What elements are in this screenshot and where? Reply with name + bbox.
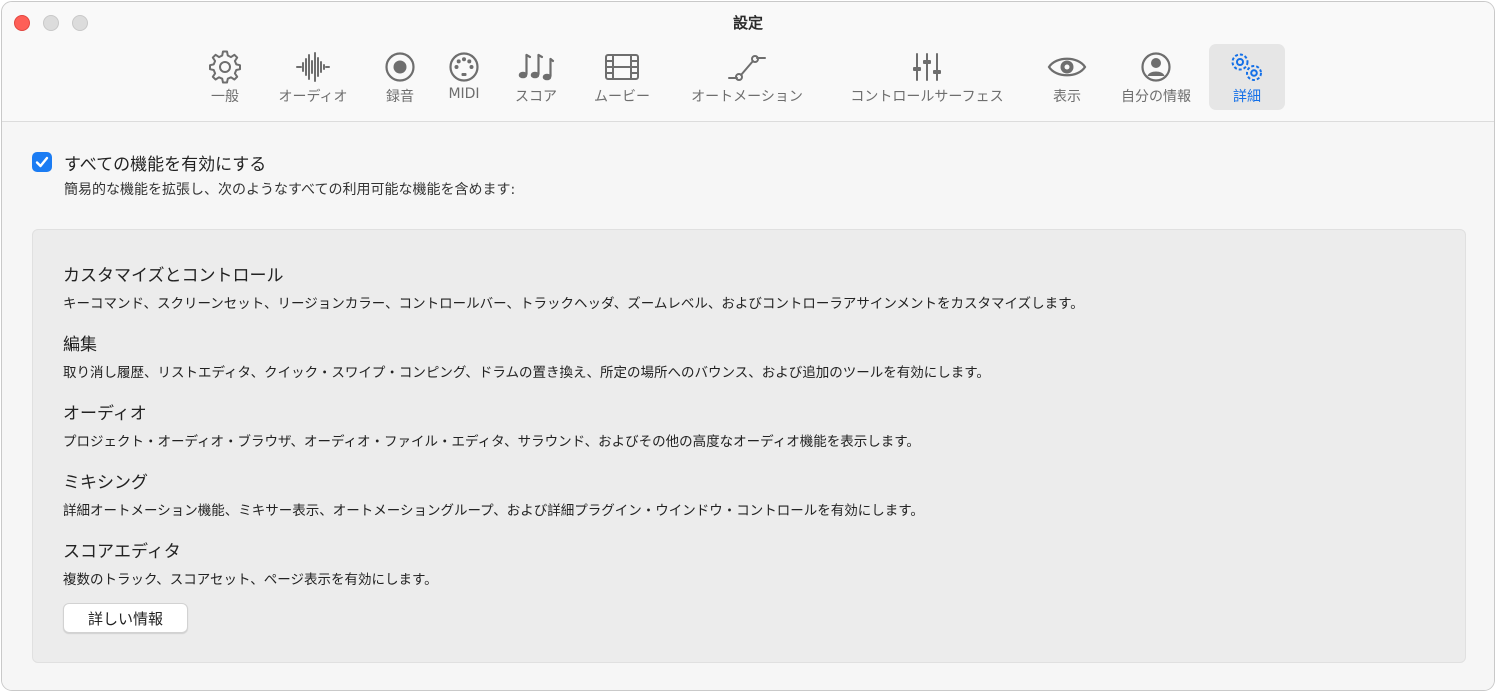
tab-label: ムービー: [594, 89, 650, 105]
tab-score[interactable]: スコア: [502, 44, 570, 110]
feature-title-editing: 編集: [63, 335, 97, 355]
enable-all-features-label[interactable]: すべての機能を有効にする: [64, 150, 266, 175]
checkmark-icon: [35, 156, 49, 168]
feature-description-score-editor: 複数のトラック、スコアセット、ページ表示を有効にします。: [63, 572, 438, 588]
feature-description-customize: キーコマンド、スクリーンセット、リージョンカラー、コントロールバー、トラックヘッ…: [63, 296, 1084, 312]
window-title: 設定: [732, 14, 763, 32]
tab-label: オーディオ: [278, 89, 348, 105]
tab-label: 詳細: [1233, 89, 1261, 105]
tab-label: 録音: [386, 89, 414, 105]
tab-midi[interactable]: MIDI: [436, 44, 492, 110]
tab-recording[interactable]: 録音: [372, 44, 428, 110]
tab-label: 一般: [211, 89, 239, 105]
tab-label: オートメーション: [691, 89, 803, 105]
tab-audio[interactable]: オーディオ: [266, 44, 360, 110]
preferences-window: 設定 一般 オーディオ 録音 MIDI スコア ムービー オートメーション コン…: [1, 1, 1495, 691]
feature-title-mixing: ミキシング: [63, 473, 148, 493]
tab-label: スコア: [515, 89, 557, 105]
midi-port-icon: [436, 50, 492, 84]
feature-title-customize: カスタマイズとコントロール: [63, 266, 284, 286]
music-notes-icon: [502, 50, 570, 84]
tab-general[interactable]: 一般: [194, 44, 256, 110]
tab-label: 表示: [1053, 89, 1081, 105]
eye-icon: [1036, 50, 1098, 84]
enable-all-features-description: 簡易的な機能を拡張し、次のようなすべての利用可能な機能を含めます:: [64, 182, 516, 198]
automation-curve-icon: [676, 50, 818, 84]
waveform-icon: [266, 50, 360, 84]
tab-automation[interactable]: オートメーション: [676, 44, 818, 110]
feature-title-audio: オーディオ: [63, 404, 147, 424]
tab-my-info[interactable]: 自分の情報: [1108, 44, 1204, 110]
sliders-icon: [830, 50, 1024, 84]
feature-description-mixing: 詳細オートメーション機能、ミキサー表示、オートメーショングループ、および詳細プラ…: [63, 503, 924, 519]
tab-movie[interactable]: ムービー: [582, 44, 662, 110]
tab-display[interactable]: 表示: [1036, 44, 1098, 110]
film-icon: [582, 50, 662, 84]
feature-description-editing: 取り消し履歴、リストエディタ、クイック・スワイプ・コンピング、ドラムの置き換え、…: [63, 365, 990, 381]
gear-icon: [194, 50, 256, 84]
feature-description-audio: プロジェクト・オーディオ・ブラウザ、オーディオ・ファイル・エディタ、サラウンド、…: [63, 434, 920, 450]
record-icon: [372, 50, 428, 84]
tab-label: コントロールサーフェス: [850, 89, 1004, 105]
advanced-pane: すべての機能を有効にする 簡易的な機能を拡張し、次のようなすべての利用可能な機能…: [2, 122, 1494, 690]
features-panel: カスタマイズとコントロール キーコマンド、スクリーンセット、リージョンカラー、コ…: [32, 229, 1466, 663]
gears-icon: [1209, 50, 1285, 84]
tab-label: 自分の情報: [1121, 89, 1191, 105]
tab-control-surfaces[interactable]: コントロールサーフェス: [830, 44, 1024, 110]
person-icon: [1108, 50, 1204, 84]
tab-label: MIDI: [448, 86, 480, 102]
titlebar: 設定 一般 オーディオ 録音 MIDI スコア ムービー オートメーション コン…: [2, 2, 1494, 122]
enable-all-features-checkbox[interactable]: [32, 152, 52, 172]
tab-advanced[interactable]: 詳細: [1209, 44, 1285, 110]
feature-title-score-editor: スコアエディタ: [63, 542, 181, 562]
more-info-button[interactable]: 詳しい情報: [63, 603, 188, 633]
